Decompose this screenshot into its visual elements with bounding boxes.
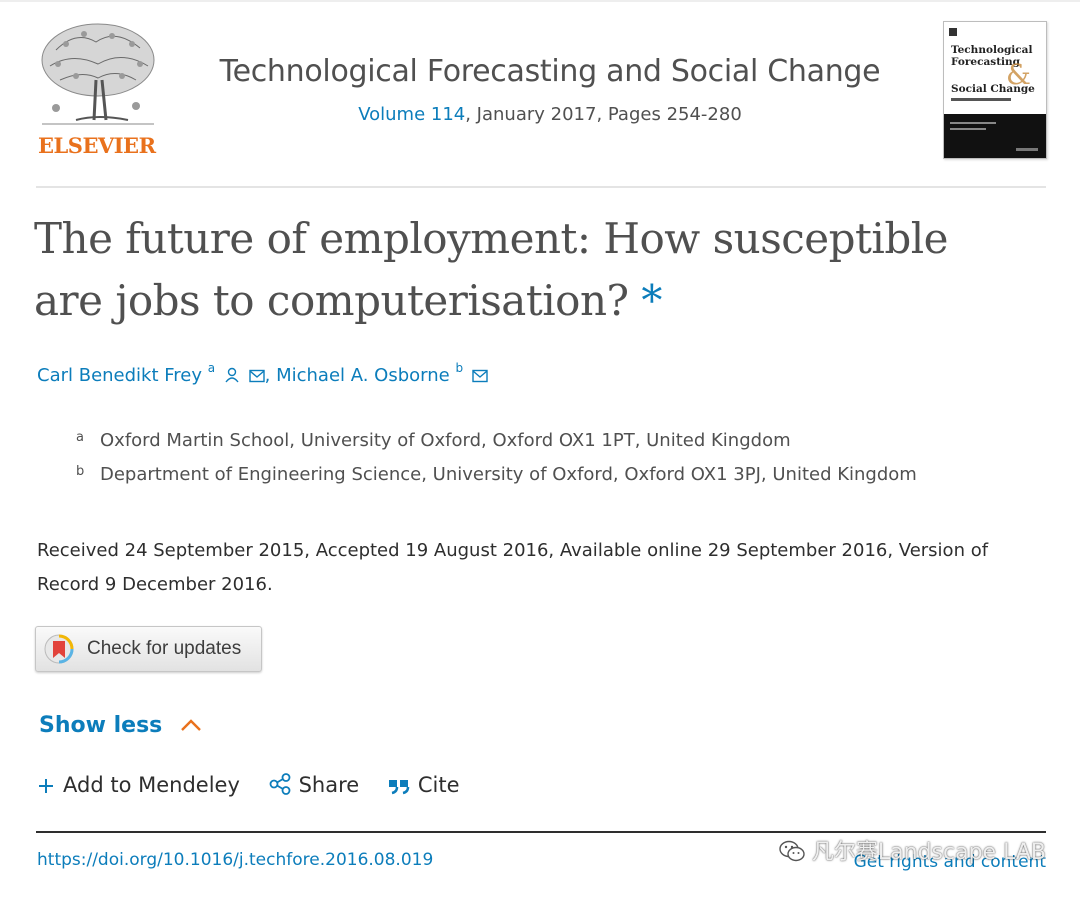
share-icon [269, 773, 290, 795]
volume-link[interactable]: Volume 114 [358, 104, 465, 125]
publisher-name: ELSEVIER [38, 133, 156, 158]
author-affiliation-marker[interactable]: a [208, 361, 215, 375]
watermark-text: 凡尔赛Landscape LAB [811, 840, 1046, 865]
mendeley-label: Add to Mendeley [63, 773, 240, 797]
watermark: 凡尔赛Landscape LAB [778, 834, 1046, 866]
journal-meta: Volume 114, January 2017, Pages 254-280 [210, 104, 890, 125]
cover-title-line3: Social Change [951, 83, 1035, 95]
header-divider [36, 186, 1046, 188]
issue-info: , January 2017, Pages 254-280 [465, 104, 742, 125]
title-footnote-marker[interactable]: * [641, 276, 662, 325]
email-icon[interactable] [248, 369, 265, 383]
show-less-toggle[interactable]: Show less [39, 713, 202, 738]
author-name[interactable]: Carl Benedikt Frey [37, 365, 202, 386]
article-title-text: The future of employment: How susceptibl… [34, 214, 949, 325]
check-updates-label: Check for updates [87, 638, 242, 659]
journal-cover[interactable]: Technological Forecasting & Social Chang… [943, 21, 1047, 159]
email-icon[interactable] [472, 369, 488, 383]
journal-title[interactable]: Technological Forecasting and Social Cha… [210, 54, 890, 89]
share-button[interactable]: Share [269, 773, 360, 797]
wechat-icon [779, 840, 805, 862]
affiliation-marker: b [76, 464, 85, 479]
chevron-up-icon [181, 719, 201, 731]
person-icon[interactable] [224, 367, 240, 383]
check-updates-icon [44, 634, 74, 664]
cover-title-line1: Technological [951, 44, 1032, 56]
quote-icon [388, 780, 410, 795]
author-separator: , [264, 365, 271, 386]
author-list: Carl Benedikt Frey a , Michael A. Osborn… [37, 361, 488, 386]
affiliation-list: a Oxford Martin School, University of Oxf… [76, 430, 917, 498]
doi-link[interactable]: https://doi.org/10.1016/j.techfore.2016.… [37, 850, 433, 870]
cite-label: Cite [417, 773, 460, 797]
author-name[interactable]: Michael A. Osborne [276, 365, 450, 386]
article-title: The future of employment: How susceptibl… [34, 208, 1024, 332]
top-border [0, 0, 1080, 2]
share-label: Share [298, 773, 360, 797]
tree-icon [41, 23, 155, 125]
affiliation-text: Oxford Martin School, University of Oxfo… [100, 430, 791, 451]
cite-button[interactable]: Cite [388, 773, 460, 797]
footer-divider [36, 831, 1046, 833]
article-actions: Add to Mendeley Share Cite [37, 773, 482, 797]
show-less-label: Show less [39, 713, 163, 738]
cover-image: Technological Forecasting & Social Chang… [944, 28, 1046, 158]
affiliation-item: a Oxford Martin School, University of Oxf… [76, 430, 917, 464]
author-affiliation-marker[interactable]: b [455, 361, 463, 375]
article-history: Received 24 September 2015, Accepted 19 … [37, 540, 989, 595]
check-for-updates-button[interactable]: Check for updates [35, 626, 262, 672]
plus-icon [39, 779, 53, 793]
affiliation-text: Department of Engineering Science, Unive… [100, 464, 917, 485]
affiliation-item: b Department of Engineering Science, Univ… [76, 464, 917, 498]
add-to-mendeley-button[interactable]: Add to Mendeley [37, 773, 240, 797]
affiliation-marker: a [76, 430, 84, 445]
